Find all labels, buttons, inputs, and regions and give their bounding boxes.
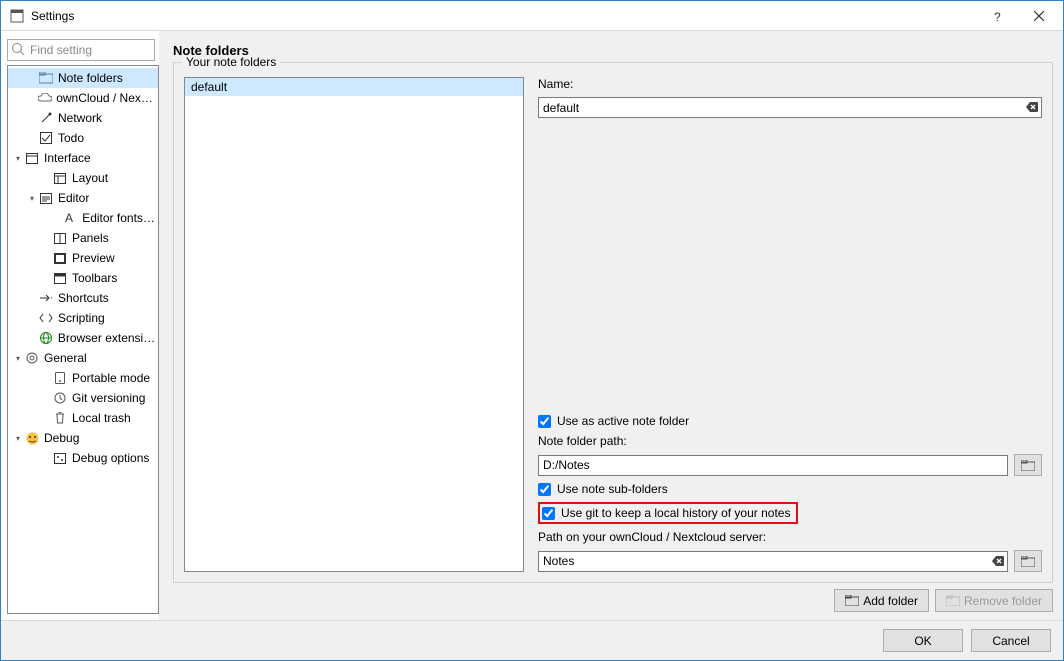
- tree-item-panels[interactable]: Panels: [8, 228, 158, 248]
- tree-item-portable[interactable]: Portable mode: [8, 368, 158, 388]
- window-title: Settings: [31, 9, 979, 23]
- search-input[interactable]: [7, 39, 155, 61]
- tree-item-git[interactable]: Git versioning: [8, 388, 158, 408]
- tree-item-preview[interactable]: Preview: [8, 248, 158, 268]
- folder-list-item[interactable]: default: [185, 78, 523, 96]
- browse-cloud-button[interactable]: [1014, 550, 1042, 572]
- debug-icon: [24, 432, 40, 445]
- cloud-icon: [37, 93, 52, 103]
- checkbox-icon: [38, 132, 54, 144]
- note-folders-group: Your note folders default Name: Use as a…: [173, 62, 1053, 583]
- title-bar: Settings ?: [1, 1, 1063, 31]
- settings-panel: Note folders Your note folders default N…: [159, 31, 1063, 620]
- preview-icon: [52, 253, 68, 264]
- clear-icon[interactable]: [1025, 100, 1039, 114]
- toolbars-icon: [52, 273, 68, 284]
- search-icon: [11, 42, 25, 56]
- tree-item-todo[interactable]: Todo: [8, 128, 158, 148]
- tree-item-layout[interactable]: Layout: [8, 168, 158, 188]
- font-icon: A: [64, 212, 78, 224]
- tree-item-general[interactable]: ▾General: [8, 348, 158, 368]
- trash-icon: [52, 412, 68, 424]
- svg-text:A: A: [65, 212, 73, 224]
- cloud-path-input[interactable]: [538, 551, 1008, 572]
- folder-icon: [38, 72, 54, 84]
- tree-item-owncloud[interactable]: ownCloud / Nextcl...: [8, 88, 158, 108]
- active-folder-checkbox[interactable]: Use as active note folder: [538, 414, 1042, 428]
- close-button[interactable]: [1019, 2, 1059, 30]
- tree-item-note-folders[interactable]: Note folders: [8, 68, 158, 88]
- chevron-down-icon[interactable]: ▾: [26, 194, 38, 203]
- panel-heading: Note folders: [173, 43, 1053, 58]
- folder-list[interactable]: default: [184, 77, 524, 572]
- tree-item-interface[interactable]: ▾Interface: [8, 148, 158, 168]
- window-icon: [24, 153, 40, 164]
- name-input[interactable]: [538, 97, 1042, 118]
- drive-icon: [52, 372, 68, 384]
- git-checkbox[interactable]: Use git to keep a local history of your …: [542, 506, 790, 520]
- path-input[interactable]: [538, 455, 1008, 476]
- settings-icon: [52, 453, 68, 464]
- gear-icon: [24, 352, 40, 364]
- folder-form: Name: Use as active note folder Note fol…: [538, 77, 1042, 572]
- shortcut-icon: [38, 293, 54, 303]
- git-highlight: Use git to keep a local history of your …: [538, 502, 798, 524]
- name-label: Name:: [538, 77, 1042, 91]
- cloud-path-label: Path on your ownCloud / Nextcloud server…: [538, 530, 1042, 544]
- tree-item-browser-ext[interactable]: Browser extension: [8, 328, 158, 348]
- sidebar: Note folders ownCloud / Nextcl... Networ…: [1, 31, 159, 620]
- panels-icon: [52, 233, 68, 244]
- dialog-footer: OK Cancel: [1, 620, 1063, 660]
- browse-path-button[interactable]: [1014, 454, 1042, 476]
- subfolders-checkbox[interactable]: Use note sub-folders: [538, 482, 1042, 496]
- tree-item-editor-fonts[interactable]: AEditor fonts & ...: [8, 208, 158, 228]
- chevron-down-icon[interactable]: ▾: [12, 354, 24, 363]
- clear-icon[interactable]: [991, 554, 1005, 568]
- cancel-button[interactable]: Cancel: [971, 629, 1051, 652]
- tree-item-editor[interactable]: ▾Editor: [8, 188, 158, 208]
- add-folder-button[interactable]: Add folder: [834, 589, 929, 612]
- chevron-down-icon[interactable]: ▾: [12, 154, 24, 163]
- tree-item-scripting[interactable]: Scripting: [8, 308, 158, 328]
- tree-item-debug-options[interactable]: Debug options: [8, 448, 158, 468]
- chevron-down-icon[interactable]: ▾: [12, 434, 24, 443]
- group-label: Your note folders: [182, 55, 280, 69]
- tree-item-network[interactable]: Network: [8, 108, 158, 128]
- help-button[interactable]: ?: [979, 2, 1019, 30]
- ok-button[interactable]: OK: [883, 629, 963, 652]
- history-icon: [52, 392, 68, 404]
- network-icon: [38, 112, 54, 124]
- svg-text:?: ?: [994, 10, 1001, 23]
- tree-item-shortcuts[interactable]: Shortcuts: [8, 288, 158, 308]
- code-icon: [38, 313, 54, 323]
- settings-tree[interactable]: Note folders ownCloud / Nextcl... Networ…: [7, 65, 159, 614]
- tree-item-debug[interactable]: ▾Debug: [8, 428, 158, 448]
- app-icon: [9, 8, 25, 24]
- layout-icon: [52, 173, 68, 184]
- remove-folder-button[interactable]: Remove folder: [935, 589, 1053, 612]
- tree-item-trash[interactable]: Local trash: [8, 408, 158, 428]
- path-label: Note folder path:: [538, 434, 1042, 448]
- editor-icon: [38, 193, 54, 204]
- tree-item-toolbars[interactable]: Toolbars: [8, 268, 158, 288]
- globe-icon: [38, 332, 54, 344]
